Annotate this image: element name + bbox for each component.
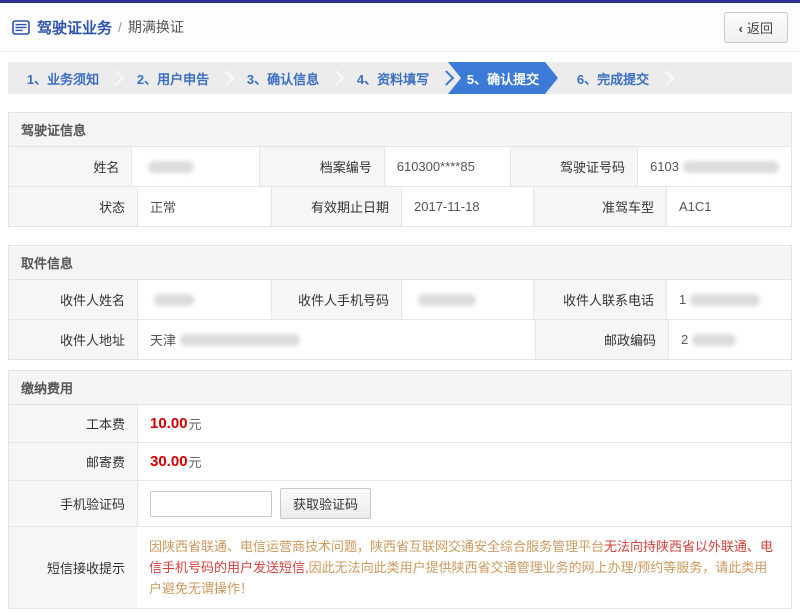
vehicle-class-value: A1C1 [666,187,791,226]
name-value [131,147,259,186]
step-progress-bar: 1、业务须知 2、用户申告 3、确认信息 4、资料填写 5、确认提交 6、完成提… [8,62,792,94]
page-title: 驾驶证业务 [37,17,112,38]
tab-step-1[interactable]: 1、业务须知 [8,62,118,94]
get-code-button[interactable]: 获取验证码 [280,488,371,519]
recipient-name-label: 收件人姓名 [9,280,137,319]
sms-notice-label: 短信接收提示 [9,527,137,608]
tab-step-5-active[interactable]: 5、确认提交 [448,62,558,94]
work-fee-amount: 10.00 [150,415,188,432]
post-fee-unit: 元 [189,452,202,471]
table-row: 短信接收提示 因陕西省联通、电信运营商技术问题，陕西省互联网交通安全综合服务管理… [9,526,791,608]
expiry-value: 2017-11-18 [401,187,533,226]
table-row: 手机验证码 获取验证码 [9,480,791,526]
redacted-recipient-phone [690,294,760,306]
tab-step-4[interactable]: 4、资料填写 [338,62,448,94]
recipient-mobile-value [401,280,533,319]
back-button-label: 返回 [747,21,773,36]
redacted-name [148,161,194,173]
back-button[interactable]: ‹ 返回 [724,12,788,43]
postal-code-value: 2 [668,320,791,359]
breadcrumb-current: 期满换证 [128,17,184,37]
table-row: 工本费 10.00元 [9,405,791,442]
table-row: 收件人姓名 收件人手机号码 收件人联系电话 1 [9,280,791,319]
back-chevron-icon: ‹ [739,21,743,36]
post-fee-value: 30.00元 [137,443,791,480]
pickup-info-section: 取件信息 收件人姓名 收件人手机号码 收件人联系电话 1 收件人地址 天津 邮政… [8,245,792,360]
license-info-section: 驾驶证信息 姓名 档案编号 610300****85 驾驶证号码 6103 状态… [8,112,792,227]
table-row: 收件人地址 天津 邮政编码 2 [9,319,791,359]
file-no-value: 610300****85 [384,147,510,186]
recipient-address-value: 天津 [137,320,535,359]
fees-section-title: 缴纳费用 [9,371,791,405]
sms-code-input[interactable] [150,491,272,517]
name-label: 姓名 [9,147,131,186]
tab-step-3[interactable]: 3、确认信息 [228,62,338,94]
tab-step-6[interactable]: 6、完成提交 [558,62,668,94]
recipient-address-label: 收件人地址 [9,320,137,359]
sms-notice-text: 因陕西省联通、电信运营商技术问题，陕西省互联网交通安全综合服务管理平台无法向持陕… [137,527,791,608]
sms-code-label: 手机验证码 [9,481,137,526]
breadcrumb-divider: / [118,19,122,35]
tab-step-2[interactable]: 2、用户申告 [118,62,228,94]
redacted-postal-code [692,334,736,346]
tabs-filler [668,62,792,94]
redacted-license-no [683,161,779,173]
license-no-value: 6103 [637,147,791,186]
file-no-label: 档案编号 [259,147,383,186]
sms-code-cell: 获取验证码 [137,481,791,526]
license-no-label: 驾驶证号码 [510,147,637,186]
table-row: 姓名 档案编号 610300****85 驾驶证号码 6103 [9,147,791,186]
recipient-phone-value: 1 [666,280,791,319]
fees-section: 缴纳费用 工本费 10.00元 邮寄费 30.00元 手机验证码 获取验证码 短… [8,370,792,609]
postal-code-label: 邮政编码 [535,320,668,359]
page-header: 驾驶证业务 / 期满换证 ‹ 返回 [0,3,800,52]
recipient-mobile-label: 收件人手机号码 [271,280,401,319]
status-label: 状态 [9,187,137,226]
status-value: 正常 [137,187,271,226]
recipient-name-value [137,280,271,319]
expiry-label: 有效期止日期 [271,187,401,226]
redacted-recipient-name [154,294,194,306]
vehicle-class-label: 准驾车型 [533,187,666,226]
post-fee-label: 邮寄费 [9,443,137,480]
redacted-recipient-mobile [418,294,476,306]
pickup-section-title: 取件信息 [9,246,791,280]
work-fee-unit: 元 [189,414,202,433]
recipient-phone-label: 收件人联系电话 [533,280,666,319]
license-section-title: 驾驶证信息 [9,113,791,147]
redacted-recipient-address [180,334,300,346]
work-fee-label: 工本费 [9,405,137,442]
post-fee-amount: 30.00 [150,453,188,470]
work-fee-value: 10.00元 [137,405,791,442]
table-row: 邮寄费 30.00元 [9,442,791,480]
license-card-icon [12,20,30,35]
table-row: 状态 正常 有效期止日期 2017-11-18 准驾车型 A1C1 [9,186,791,226]
